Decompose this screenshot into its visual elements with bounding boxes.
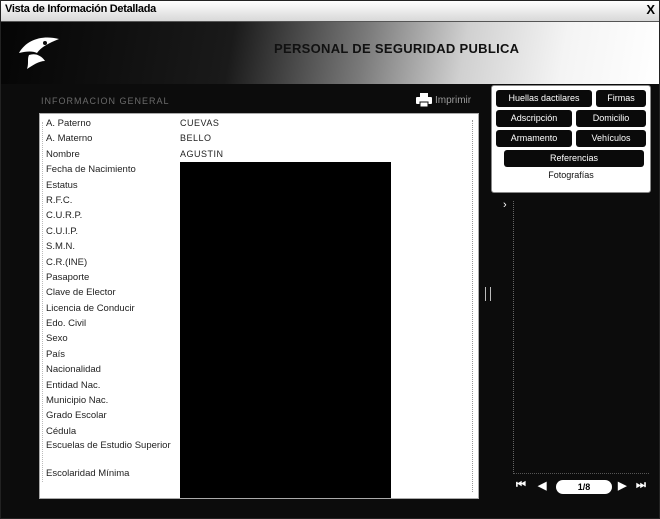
detail-window: Vista de Información Detallada X PERSONA… xyxy=(0,0,660,519)
section-label: INFORMACION GENERAL xyxy=(41,96,170,106)
printer-icon xyxy=(416,93,432,107)
first-page-icon[interactable]: ⏮ xyxy=(516,479,526,492)
field-label: C.U.R.P. xyxy=(46,210,83,222)
vehiculos-button[interactable]: Vehículos xyxy=(576,130,646,147)
field-label: Entidad Nac. xyxy=(46,379,101,391)
field-label: Nacionalidad xyxy=(46,364,101,376)
panel-right-border xyxy=(472,120,473,492)
adscripcion-button[interactable]: Adscripción xyxy=(496,110,572,127)
field-values: CUEVAS BELLO AGUSTIN xyxy=(180,116,224,162)
page-indicator: 1/8 xyxy=(556,480,612,494)
field-label: Cédula xyxy=(46,425,77,437)
field-labels: A. Paterno A. Materno Nombre Fecha de Na… xyxy=(46,116,172,482)
referencias-button[interactable]: Referencias xyxy=(504,150,644,167)
chevron-right-icon[interactable]: › xyxy=(503,199,507,211)
info-panel: A. Paterno A. Materno Nombre Fecha de Na… xyxy=(39,113,479,499)
field-value: AGUSTIN xyxy=(180,148,224,159)
last-page-icon[interactable]: ⏭ xyxy=(636,479,646,492)
prev-page-icon[interactable]: ◀ xyxy=(538,479,546,492)
field-label: País xyxy=(46,348,66,360)
field-value: BELLO xyxy=(180,133,212,144)
photo-viewer xyxy=(513,201,649,474)
huellas-button[interactable]: Huellas dactilares xyxy=(496,90,592,107)
field-label: Fecha de Nacimiento xyxy=(46,164,136,176)
field-label: Escolaridad Mínima xyxy=(46,468,130,480)
next-page-icon[interactable]: ▶ xyxy=(618,479,626,492)
window-title: Vista de Información Detallada xyxy=(5,3,156,15)
print-label: Imprimir xyxy=(435,94,472,106)
field-label: Municipio Nac. xyxy=(46,395,109,407)
field-label: R.F.C. xyxy=(46,194,73,206)
splitter-handle[interactable] xyxy=(485,287,491,301)
options-panel: Huellas dactilares Firmas Adscripción Do… xyxy=(491,85,651,193)
field-label: C.U.I.P. xyxy=(46,225,79,237)
title-bar: Vista de Información Detallada X xyxy=(1,1,659,22)
field-label: Escuelas de Estudio Superior xyxy=(46,440,171,452)
field-label: Sexo xyxy=(46,333,68,345)
field-label: Pasaporte xyxy=(46,271,90,283)
field-label: S.M.N. xyxy=(46,241,76,253)
domicilio-button[interactable]: Domicilio xyxy=(576,110,646,127)
field-label: Edo. Civil xyxy=(46,318,87,330)
field-label: A. Materno xyxy=(46,133,93,145)
armamento-button[interactable]: Armamento xyxy=(496,130,572,147)
photo-navigation: ⏮ ◀ 1/8 ▶ ⏭ xyxy=(514,478,654,496)
close-button[interactable]: X xyxy=(646,2,655,17)
field-label: Estatus xyxy=(46,179,78,191)
panel-left-border xyxy=(42,122,43,482)
field-label: Licencia de Conducir xyxy=(46,302,135,314)
field-label: Nombre xyxy=(46,148,80,160)
field-value: CUEVAS xyxy=(180,118,220,128)
field-label: A. Paterno xyxy=(46,118,91,129)
field-label: Clave de Elector xyxy=(46,287,116,299)
redacted-block xyxy=(180,162,391,498)
banner-title: PERSONAL DE SEGURIDAD PUBLICA xyxy=(274,41,520,56)
fotografias-tab[interactable]: Fotografías xyxy=(492,170,650,180)
field-label: C.R.(INE) xyxy=(46,256,88,268)
firmas-button[interactable]: Firmas xyxy=(596,90,646,107)
print-button[interactable]: Imprimir xyxy=(416,92,471,108)
field-label: Grado Escolar xyxy=(46,410,107,422)
eagle-logo-icon xyxy=(19,37,59,69)
